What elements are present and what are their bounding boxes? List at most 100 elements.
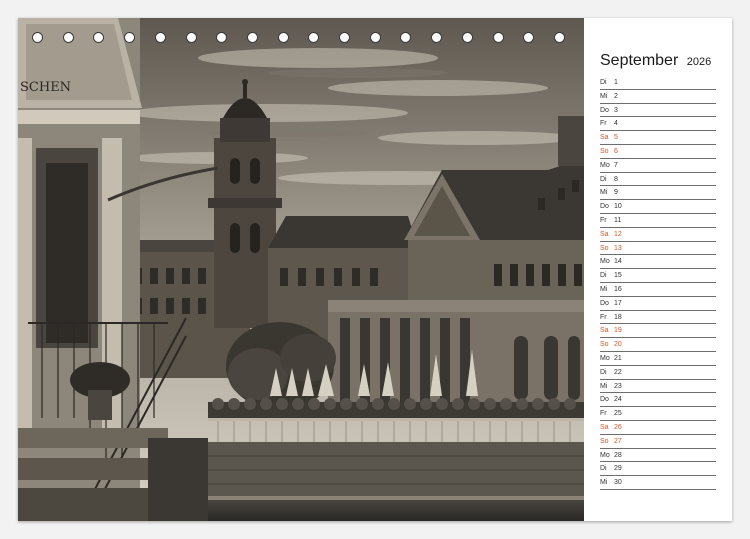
day-row: Mi 2	[600, 90, 716, 104]
day-number: 5	[614, 134, 618, 142]
binding-ring	[400, 32, 412, 43]
day-number: 12	[614, 230, 622, 238]
weekday-label: Mo	[600, 451, 610, 459]
day-number: 17	[614, 299, 622, 307]
weekday-label: Di	[600, 465, 607, 473]
weekday-label: Mi	[600, 92, 608, 100]
day-number: 14	[614, 258, 622, 266]
year-label: 2026	[686, 56, 712, 68]
month-name: September	[600, 52, 679, 69]
day-number: 13	[614, 244, 622, 252]
day-row: So 27	[600, 435, 716, 449]
day-row: Sa 19	[600, 324, 716, 339]
day-number: 30	[614, 479, 622, 487]
binding-ring	[62, 32, 74, 43]
weekday-label: So	[600, 437, 609, 445]
weekday-label: Di	[600, 272, 607, 280]
day-number: 4	[614, 120, 618, 128]
day-row: Di 29	[600, 462, 716, 477]
day-row: Di 15	[600, 269, 716, 283]
calendar-page: SCHEN September 2026 Di 1 Mi 2 Do 3 Fr 4…	[18, 18, 732, 521]
day-number: 27	[614, 437, 622, 445]
day-row: Sa 5	[600, 131, 716, 145]
day-row: Fr 18	[600, 311, 716, 325]
day-row: Mi 9	[600, 186, 716, 201]
weekday-label: Mi	[600, 479, 608, 487]
day-number: 19	[614, 327, 622, 335]
day-row: Sa 26	[600, 421, 716, 435]
weekday-label: Sa	[600, 327, 609, 335]
weekday-label: So	[600, 341, 609, 349]
month-header: September 2026	[600, 52, 728, 72]
binding-ring	[308, 32, 320, 43]
day-number: 1	[614, 79, 618, 86]
day-row: So 20	[600, 338, 716, 352]
day-number: 3	[614, 106, 618, 114]
day-row: So 6	[600, 145, 716, 159]
binding-ring	[461, 32, 473, 43]
day-row: Mo 21	[600, 352, 716, 366]
binding-ring	[32, 32, 43, 43]
weekday-label: Mo	[600, 354, 610, 362]
day-number: 8	[614, 175, 618, 183]
day-row: Mi 30	[600, 476, 716, 490]
day-number: 11	[614, 216, 622, 224]
binding-ring	[124, 32, 136, 43]
day-row: Sa 12	[600, 228, 716, 242]
weekday-label: Sa	[600, 230, 609, 238]
day-number: 9	[614, 189, 618, 197]
weekday-label: Do	[600, 106, 609, 114]
day-number: 15	[614, 272, 622, 280]
day-number: 25	[614, 410, 622, 418]
day-row: Do 3	[600, 104, 716, 118]
day-list: Di 1 Mi 2 Do 3 Fr 4 Sa 5 So 6 Mo 7 Di 8 Mi 9 Do 10 Fr 11 Sa 12 S…	[600, 76, 716, 490]
weekday-label: Di	[600, 368, 607, 376]
photo-illustration: SCHEN	[18, 18, 584, 521]
binding-ring	[339, 32, 350, 43]
day-number: 28	[614, 451, 622, 459]
day-number: 26	[614, 423, 622, 431]
weekday-label: So	[600, 147, 609, 155]
binding-ring	[369, 32, 381, 43]
binding-ring	[523, 32, 535, 43]
weekday-label: Fr	[600, 313, 607, 321]
weekday-label: Di	[600, 79, 607, 86]
day-row: Mo 28	[600, 449, 716, 463]
day-number: 29	[614, 465, 622, 473]
day-number: 2	[614, 92, 618, 100]
day-number: 16	[614, 285, 622, 293]
day-row: Fr 25	[600, 407, 716, 421]
weekday-label: Mo	[600, 161, 610, 169]
building-sign: SCHEN	[20, 80, 71, 95]
binding-ring	[216, 32, 228, 43]
binding-ring	[93, 32, 105, 43]
day-row: Do 10	[600, 200, 716, 214]
day-number: 18	[614, 313, 622, 321]
day-row: Fr 11	[600, 214, 716, 228]
binding-ring	[246, 32, 258, 43]
day-row: Mi 23	[600, 380, 716, 394]
day-number: 6	[614, 147, 618, 155]
weekday-label: Mi	[600, 285, 608, 293]
day-row: Mi 16	[600, 283, 716, 297]
day-row: Fr 4	[600, 117, 716, 132]
day-row: Mo 14	[600, 255, 716, 270]
day-number: 20	[614, 341, 622, 349]
weekday-label: Sa	[600, 134, 609, 142]
weekday-label: Fr	[600, 216, 607, 224]
day-row: Di 22	[600, 366, 716, 380]
calendar-panel: September 2026 Di 1 Mi 2 Do 3 Fr 4 Sa 5 So 6 Mo 7 Di 8 M…	[584, 18, 732, 521]
day-number: 22	[614, 368, 622, 376]
day-number: 10	[614, 203, 622, 211]
day-row: Do 24	[600, 393, 716, 408]
day-row: So 13	[600, 242, 716, 256]
day-number: 24	[614, 396, 622, 404]
weekday-label: Mo	[600, 258, 610, 266]
day-number: 21	[614, 354, 622, 362]
weekday-label: Di	[600, 175, 607, 183]
binding-ring	[553, 32, 565, 43]
binding-ring	[431, 32, 443, 43]
day-row: Di 8	[600, 173, 716, 187]
weekday-label: Fr	[600, 120, 607, 128]
weekday-label: Do	[600, 396, 609, 404]
